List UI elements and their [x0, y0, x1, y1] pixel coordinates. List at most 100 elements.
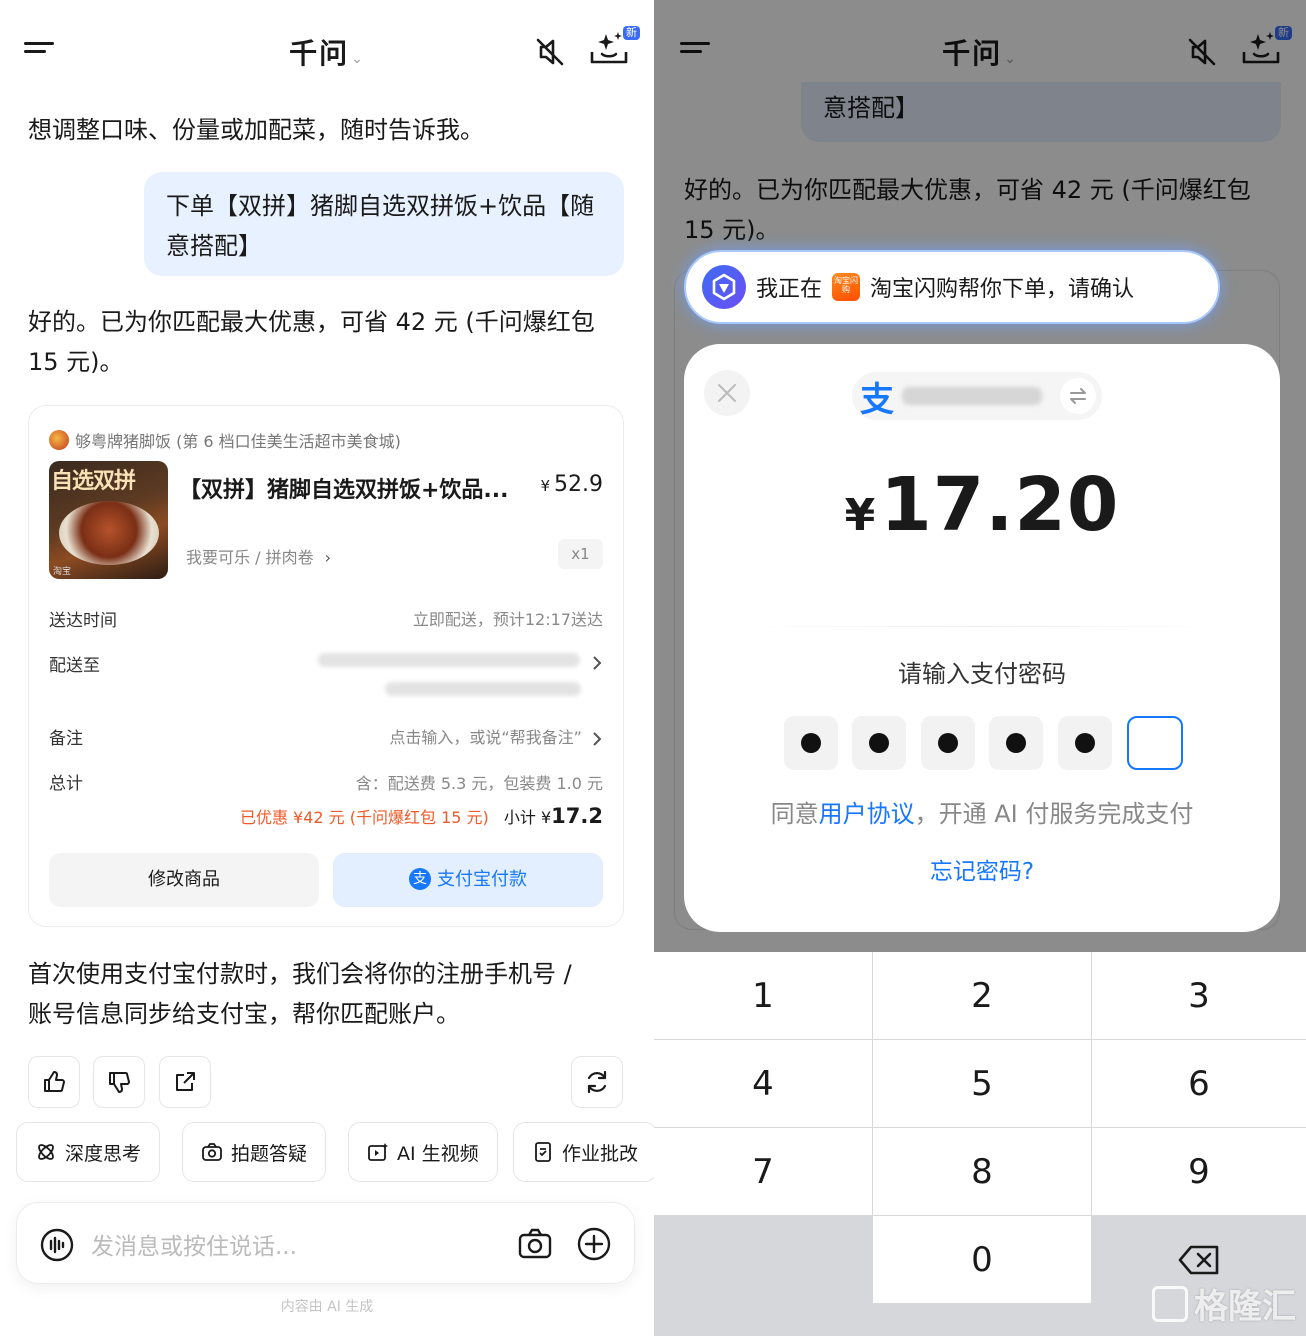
remark-input[interactable]: 点击输入，或说“帮我备注”: [389, 724, 603, 748]
quantity-badge: x1: [558, 539, 603, 569]
close-button[interactable]: [704, 370, 750, 416]
product-price: ¥52.9: [540, 472, 603, 497]
regenerate-button[interactable]: [571, 1056, 623, 1108]
refresh-icon: [587, 1070, 607, 1094]
agent-status-pill: 我正在 淘宝闪购 淘宝闪购帮你下单，请确认: [684, 250, 1220, 324]
user-agreement-link[interactable]: 用户协议: [819, 800, 915, 828]
agent-status-text: 淘宝闪购帮你下单，请确认: [870, 277, 1135, 302]
ai-message-line: 账号信息同步给支付宝，帮你匹配账户。: [28, 1000, 460, 1028]
address-value-blurred[interactable]: [317, 652, 603, 700]
store-logo-icon: [49, 430, 69, 450]
ai-message: 首次使用支付宝付款时，我们会将你的注册手机号 / 账号信息同步给支付宝，帮你匹配…: [28, 954, 572, 1034]
ai-disclaimer: 内容由 AI 生成: [280, 1299, 374, 1315]
speaker-mute-icon[interactable]: [532, 34, 568, 70]
key-0[interactable]: 0: [873, 1216, 1091, 1303]
user-message-bubble: 下单【双拼】猪脚自选双拼饭+饮品【随意搭配】: [144, 172, 624, 276]
thumbs-up-button[interactable]: [28, 1056, 80, 1108]
chat-screen-left: 千问 ⌄ 新 想调整口味、份量或加配菜，随时告诉我。 下单【双拼】猪脚自选双拼饭+…: [0, 0, 654, 1336]
delivery-time-value: 立即配送，预计12:17送达: [412, 610, 603, 629]
subtotal: 小计 ¥17.2: [503, 804, 603, 828]
divider: [744, 626, 1220, 627]
taobao-shangou-icon: 淘宝闪购: [832, 273, 861, 301]
message-input-placeholder[interactable]: 发消息或按住说话...: [91, 1227, 297, 1261]
payment-sheet: 支 ¥17.20 请输入支付密码 同意用户协议，开通 AI 付服务完成支付 忘记…: [684, 344, 1280, 932]
product-name: 【双拼】猪脚自选双拼饭+饮品...: [179, 478, 509, 503]
price-summary: 已优惠 ¥42 元 (千问爆红包 15 元) 小计 ¥17.2: [240, 804, 603, 828]
pin-digit-filled: [1058, 716, 1112, 770]
backspace-icon: [1178, 1245, 1219, 1274]
share-button[interactable]: [159, 1056, 211, 1108]
document-check-icon: [535, 1142, 551, 1162]
alipay-logo-icon: 支: [860, 379, 894, 420]
camera-icon: [202, 1143, 222, 1161]
qwen-agent-avatar-icon: [702, 265, 746, 309]
key-6[interactable]: 6: [1092, 1040, 1306, 1127]
product-image-caption: 自选双拼: [51, 469, 136, 494]
remark-label: 备注: [49, 729, 83, 749]
message-input-bar[interactable]: 发消息或按住说话...: [16, 1202, 635, 1284]
pin-dot: [869, 733, 889, 753]
account-selector[interactable]: 支: [852, 372, 1102, 420]
numeric-keypad: 1 2 3 4 5 6 7 8 9 0 格隆汇: [654, 952, 1306, 1336]
chip-homework-grading[interactable]: 作业批改: [513, 1122, 654, 1182]
product-spec[interactable]: 我要可乐 / 拼肉卷 ›: [186, 544, 331, 568]
switch-account-icon[interactable]: [1060, 378, 1096, 414]
pin-digit-filled: [852, 716, 906, 770]
pin-digit-filled: [784, 716, 838, 770]
password-prompt: 请输入支付密码: [898, 660, 1066, 688]
forgot-password-link[interactable]: 忘记密码?: [684, 852, 1280, 886]
key-2[interactable]: 2: [873, 952, 1091, 1039]
ai-message-line: 好的。已为你匹配最大优惠，可省 42 元 (千问爆红包: [28, 308, 595, 336]
total-label: 总计: [49, 774, 83, 794]
agent-status-prefix: 我正在: [756, 277, 823, 302]
food-plate-image: [59, 501, 159, 565]
store-name: 够粤牌猪脚饭 (第 6 档口佳美生活超市美食城): [75, 432, 401, 451]
pin-digit-filled: [989, 716, 1043, 770]
payment-screen-right: 千问 ⌄ 新 意搭配】 好的。已为你匹配最大优惠，可省 42 元 (千问爆红包 1…: [654, 0, 1306, 1336]
ai-message-line: 15 元)。: [28, 348, 124, 376]
thumbs-down-icon: [109, 1072, 130, 1093]
payment-amount: ¥17.20: [844, 462, 1120, 548]
deliver-to-label: 配送至: [49, 656, 100, 676]
order-card: 够粤牌猪脚饭 (第 6 档口佳美生活超市美食城) 自选双拼 淘宝 【双拼】猪脚自…: [28, 405, 624, 927]
alipay-pay-button[interactable]: 支支付宝付款: [333, 853, 603, 907]
voice-icon[interactable]: [39, 1227, 75, 1263]
pin-dot: [801, 733, 821, 753]
key-8[interactable]: 8: [873, 1128, 1091, 1215]
new-badge: 新: [623, 26, 640, 40]
pin-digit-filled: [921, 716, 975, 770]
key-9[interactable]: 9: [1092, 1128, 1306, 1215]
ai-message-line: 首次使用支付宝付款时，我们会将你的注册手机号 /: [28, 960, 572, 988]
watermark: 格隆汇: [1152, 1279, 1296, 1328]
ai-message: 好的。已为你匹配最大优惠，可省 42 元 (千问爆红包 15 元)。: [28, 302, 595, 382]
edit-item-button[interactable]: 修改商品: [49, 853, 319, 907]
product-image[interactable]: 自选双拼 淘宝: [49, 461, 168, 579]
watermark-logo-icon: [1152, 1285, 1188, 1322]
key-empty: [654, 1216, 872, 1303]
chevron-down-icon: ⌄: [351, 51, 365, 67]
key-4[interactable]: 4: [654, 1040, 872, 1127]
plus-circle-icon[interactable]: [576, 1226, 612, 1262]
total-fee-detail: 含：配送费 5.3 元，包装费 1.0 元: [355, 774, 603, 793]
chip-photo-question[interactable]: 拍题答疑: [182, 1122, 327, 1182]
thumbs-down-button[interactable]: [93, 1056, 145, 1108]
ai-message: 想调整口味、份量或加配菜，随时告诉我。: [28, 116, 484, 144]
key-5[interactable]: 5: [873, 1040, 1091, 1127]
camera-icon[interactable]: [517, 1227, 553, 1261]
store-row[interactable]: 够粤牌猪脚饭 (第 6 档口佳美生活超市美食城): [49, 428, 401, 452]
key-1[interactable]: 1: [654, 952, 872, 1039]
key-3[interactable]: 3: [1092, 952, 1306, 1039]
pin-digit-empty: [1127, 716, 1183, 770]
pin-dot: [1075, 733, 1095, 753]
pin-dot: [1006, 733, 1026, 753]
pin-dot: [938, 733, 958, 753]
quick-action-chips: 深度思考 拍题答疑 AI 生视频 作业批改: [16, 1122, 654, 1184]
chip-deep-thinking[interactable]: 深度思考: [16, 1122, 161, 1182]
share-icon: [176, 1072, 195, 1091]
video-sparkle-icon: [368, 1143, 388, 1161]
key-7[interactable]: 7: [654, 1128, 872, 1215]
thumbs-up-icon: [44, 1071, 65, 1092]
discount-text: 已优惠 ¥42 元 (千问爆红包 15 元): [239, 808, 489, 827]
chip-ai-video[interactable]: AI 生视频: [348, 1122, 498, 1182]
account-name-blurred: [902, 387, 1042, 405]
